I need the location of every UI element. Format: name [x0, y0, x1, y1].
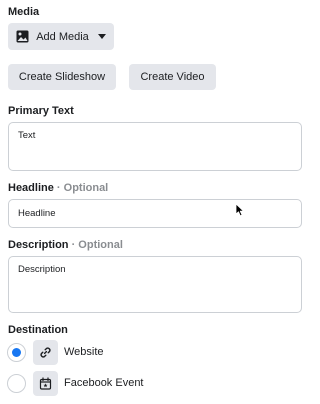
- link-icon: [33, 340, 58, 365]
- headline-optional-tag: · Optional: [53, 182, 109, 194]
- destination-label: Destination: [8, 324, 68, 336]
- image-icon: [16, 30, 29, 43]
- add-media-label: Add Media: [36, 30, 89, 43]
- headline-section-label: Headline · Optional: [8, 182, 108, 195]
- website-radio[interactable]: [7, 343, 26, 362]
- primary-text-input[interactable]: [8, 122, 302, 171]
- ad-creative-form: Media Add Media Create Slideshow Create …: [0, 0, 313, 404]
- description-optional-tag: · Optional: [68, 239, 123, 251]
- create-slideshow-button[interactable]: Create Slideshow: [8, 64, 116, 90]
- mouse-cursor-icon: [235, 203, 245, 217]
- description-section-label: Description · Optional: [8, 239, 123, 252]
- headline-label: Headline: [8, 182, 54, 194]
- create-slideshow-label: Create Slideshow: [18, 71, 106, 83]
- calendar-icon: [33, 371, 58, 396]
- create-video-button[interactable]: Create Video: [129, 64, 216, 90]
- media-label: Media: [8, 6, 40, 18]
- add-media-button[interactable]: Add Media: [8, 23, 114, 50]
- chevron-down-icon: [97, 34, 106, 39]
- website-option-label[interactable]: Website: [64, 346, 104, 358]
- headline-input[interactable]: [8, 199, 302, 228]
- create-video-label: Create Video: [140, 71, 205, 83]
- description-label: Description: [8, 239, 69, 251]
- facebook-event-radio[interactable]: [7, 374, 26, 393]
- primary-text-label: Primary Text: [8, 105, 74, 117]
- facebook-event-option-label[interactable]: Facebook Event: [64, 377, 144, 389]
- description-input[interactable]: [8, 256, 302, 313]
